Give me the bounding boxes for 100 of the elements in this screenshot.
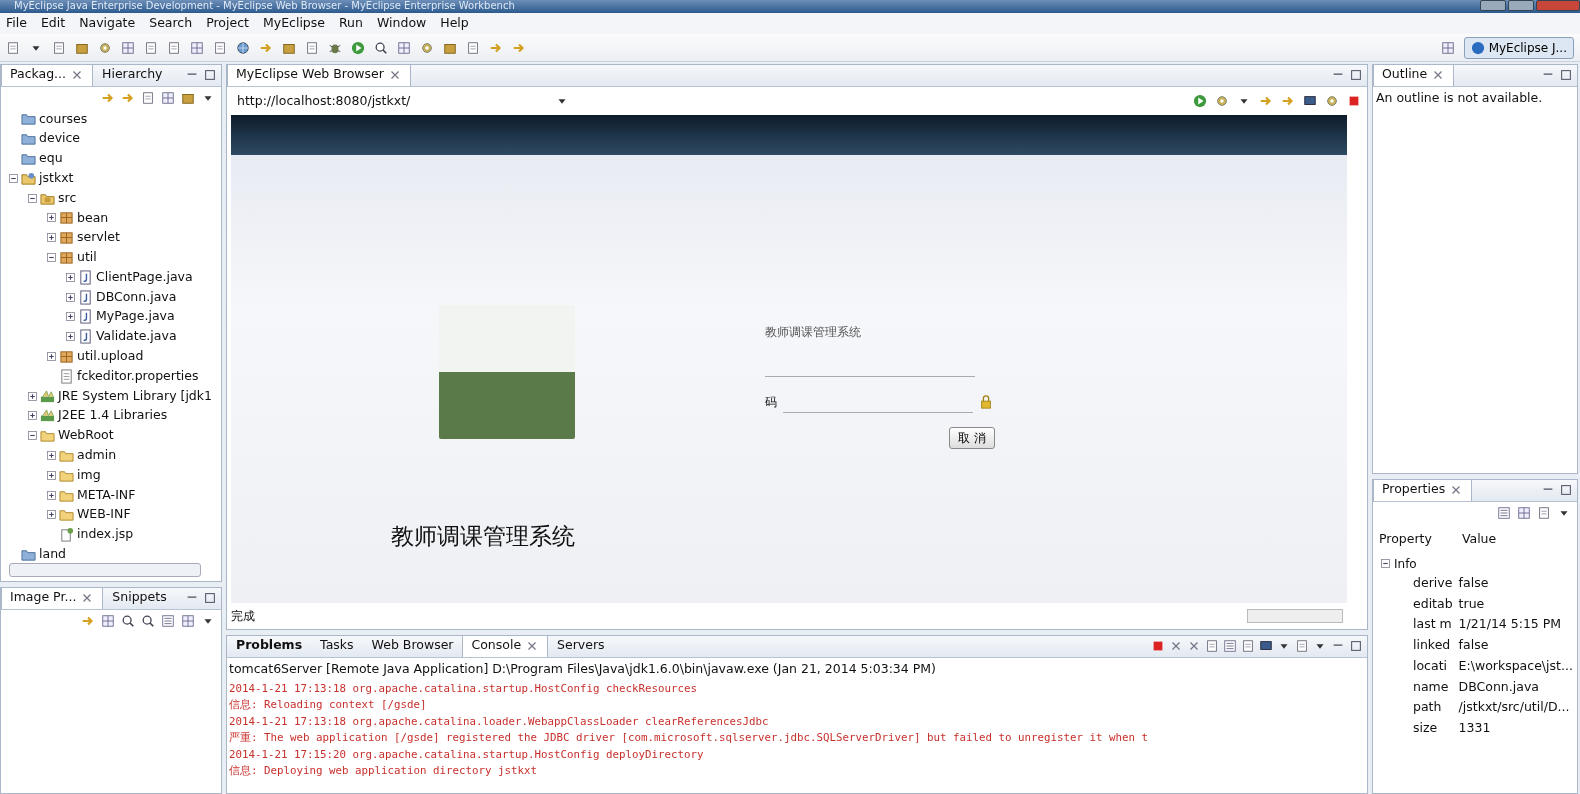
tree-item[interactable]: ClientPage.java [96,267,193,287]
menu-item[interactable]: File [0,14,33,33]
forward-icon[interactable] [121,91,135,105]
menu-item[interactable]: Window [370,14,433,33]
document-icon[interactable] [167,40,181,55]
perspective-button[interactable]: MyEclipse J... [1463,36,1574,59]
search-icon[interactable] [374,40,388,55]
go-icon[interactable] [1193,94,1207,108]
expander-icon[interactable] [47,510,56,520]
document-icon[interactable] [213,40,227,55]
stop-icon[interactable] [1347,94,1361,108]
gear-icon[interactable] [1215,94,1229,108]
forward-icon[interactable] [1281,94,1295,108]
menu-item[interactable]: Search [143,14,199,33]
tree-item[interactable]: fckeditor.properties [77,366,199,386]
expander-icon[interactable] [28,411,37,421]
view-tab[interactable]: Servers [548,636,614,657]
expander-icon[interactable] [66,332,75,342]
view-tab[interactable]: MyEclipse Web Browser [227,65,411,86]
maximize-icon[interactable] [1349,68,1363,82]
expander-icon[interactable] [47,351,56,361]
view-tab[interactable]: Console [462,636,549,657]
tree-item[interactable]: index.jsp [77,525,134,544]
tree-item[interactable]: jstkxt [39,168,74,188]
tree-item[interactable]: WebRoot [58,426,114,445]
globe-icon[interactable] [236,40,250,55]
minimize-button[interactable] [1480,0,1506,11]
view-tab[interactable]: Properties [1373,480,1473,501]
tree-item[interactable]: courses [39,109,88,129]
menu-item[interactable]: Project [200,14,255,33]
expander-icon[interactable] [47,252,56,262]
terminate-icon[interactable] [1151,639,1165,653]
view-tab[interactable]: Outline [1373,65,1455,86]
tree-item[interactable]: JRE System Library [jdk1 [58,386,212,406]
horizontal-scrollbar[interactable] [9,563,201,577]
expander-icon[interactable] [47,470,56,480]
document-icon[interactable] [466,40,480,55]
view-tab[interactable]: Web Browser [362,636,463,657]
document-icon[interactable] [52,40,66,55]
tree-item[interactable]: META-INF [77,485,136,505]
document-icon[interactable] [144,40,158,55]
back-icon[interactable] [1259,94,1273,108]
gear-icon[interactable] [420,40,434,55]
gear-icon[interactable] [98,40,112,55]
menu-item[interactable]: Navigate [73,14,142,33]
document-icon[interactable] [305,40,319,55]
expander-icon[interactable] [9,173,18,183]
tree-item[interactable]: device [39,129,81,149]
display-icon[interactable] [1259,639,1273,653]
back-icon[interactable] [101,91,115,105]
tree-item[interactable]: src [58,188,77,208]
menu-item[interactable]: Edit [34,14,72,33]
tree-item[interactable]: admin [77,446,117,465]
document-icon[interactable] [141,91,155,105]
maximize-icon[interactable] [1559,68,1573,82]
maximize-icon[interactable] [1559,483,1573,497]
lock-icon[interactable] [979,395,993,409]
expander-icon[interactable] [47,450,56,460]
view-tab[interactable]: Hierarchy [93,65,172,86]
run-icon[interactable] [351,40,365,55]
expander-icon[interactable] [47,490,56,500]
tree-item[interactable]: DBConn.java [96,287,177,307]
expander-icon[interactable] [28,193,37,203]
expander-icon[interactable] [1381,559,1390,569]
view-tab[interactable]: Problems [227,636,312,657]
tree-item[interactable]: servlet [77,228,120,248]
grid-icon[interactable] [397,40,411,55]
view-tab[interactable]: Snippets [103,588,176,609]
view-tab[interactable]: Tasks [311,636,363,657]
grid-icon[interactable] [190,40,204,55]
tree-item[interactable]: MyPage.java [96,307,175,327]
tree-item[interactable]: Validate.java [96,327,177,347]
expander-icon[interactable] [28,431,37,441]
expander-icon[interactable] [28,391,37,401]
monitor-icon[interactable] [1303,94,1317,108]
cancel-button[interactable]: 取 消 [949,427,995,449]
expander-icon[interactable] [47,213,56,223]
menu-item[interactable]: Help [434,14,475,33]
tree-item[interactable]: equ [39,149,63,168]
expander-icon[interactable] [66,292,75,302]
expander-icon[interactable] [66,312,75,322]
zoom-out-icon[interactable] [121,614,135,628]
maximize-icon[interactable] [203,591,217,605]
menu-item[interactable]: Run [333,14,369,33]
tree-item[interactable]: img [77,465,101,485]
maximize-button[interactable] [1508,0,1534,11]
maximize-icon[interactable] [203,68,217,82]
tree-item[interactable]: util.upload [77,347,144,366]
expander-icon[interactable] [47,233,56,243]
view-tab[interactable]: Image Pr... [1,588,104,609]
new-file-icon[interactable] [6,40,20,55]
tree-item[interactable]: land [39,545,66,563]
menu-item[interactable]: MyEclipse [256,14,331,33]
tree-item[interactable]: J2EE 1.4 Libraries [58,406,168,426]
tree-item[interactable]: bean [77,208,109,228]
tree-item[interactable]: util [77,248,97,267]
maximize-icon[interactable] [1349,639,1363,653]
expander-icon[interactable] [66,272,75,282]
grid-icon[interactable] [121,40,135,55]
view-tab[interactable]: Packag... [1,65,94,86]
